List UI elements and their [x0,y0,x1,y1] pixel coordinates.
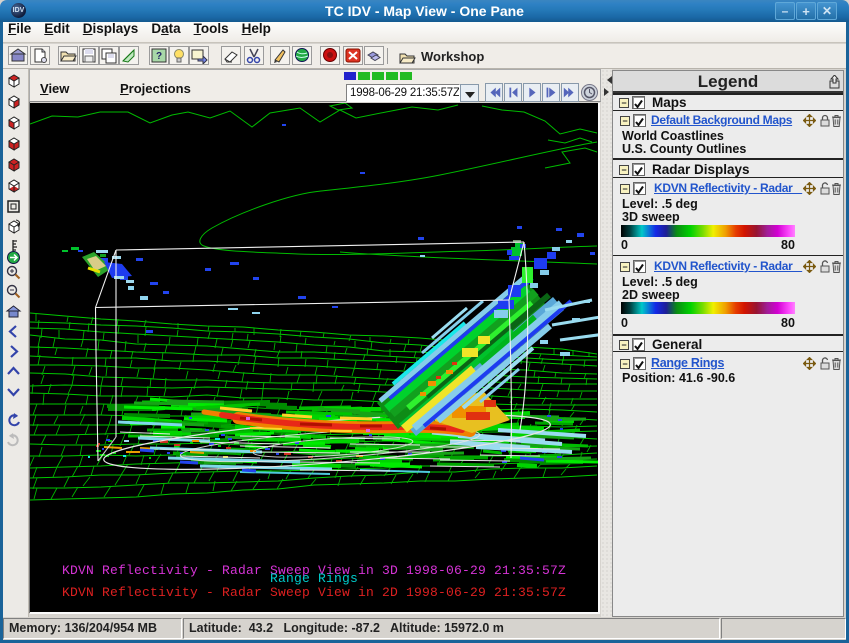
svg-text:?: ? [156,51,162,62]
